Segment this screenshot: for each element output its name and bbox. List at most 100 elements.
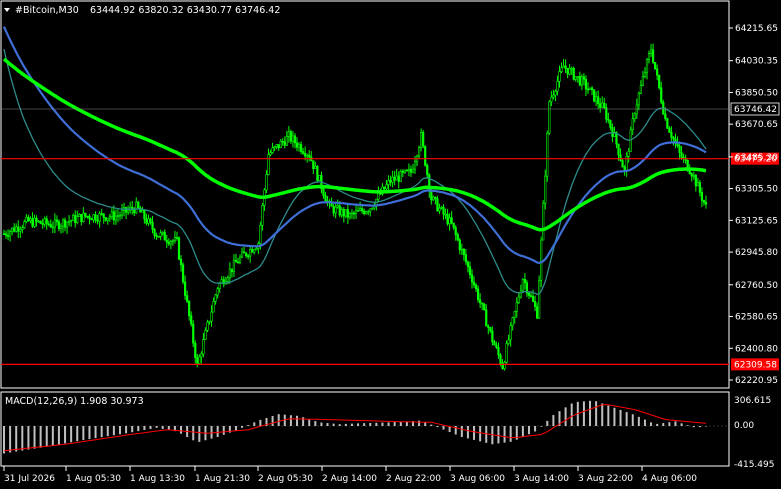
candle-body (249, 248, 252, 257)
horizontal-lines[interactable]: 63475.2062309.58 (1, 152, 779, 371)
candle-body (586, 88, 590, 91)
macd-hist-bar (51, 426, 54, 446)
macd-hist-bar (27, 426, 30, 450)
candle-body (137, 201, 140, 209)
candle-body (271, 147, 274, 153)
candle-body (464, 254, 467, 263)
candle-body (68, 220, 71, 223)
candle-body (377, 192, 380, 200)
candle-body (15, 226, 18, 232)
macd-hist-bar (460, 426, 463, 437)
macd-hist-bar (473, 426, 476, 440)
price-tick-label: 62580.65 (735, 313, 778, 323)
macd-hist-bar (296, 415, 299, 426)
candle-body (216, 288, 219, 296)
candle-body (367, 211, 370, 213)
candle-body (397, 175, 400, 182)
candle-body (84, 212, 87, 217)
candle-body (348, 212, 352, 218)
candle-body (570, 67, 573, 70)
candle-body (86, 215, 89, 218)
candle-body (59, 225, 63, 230)
candle-body (324, 195, 327, 202)
candle-body (308, 154, 311, 158)
candle-body (578, 76, 581, 86)
candle-body (592, 89, 596, 102)
candle-body (31, 218, 34, 227)
candle-body (33, 217, 36, 227)
candle-body (407, 168, 411, 171)
price-tick-label: 63485.30 (735, 153, 778, 163)
candle-body (352, 212, 356, 215)
candle-body (157, 236, 160, 238)
candle-body (389, 180, 392, 183)
candle-body (643, 72, 647, 77)
macd-hist-bar (137, 426, 140, 432)
candle-body (304, 153, 307, 157)
candle-body (580, 76, 583, 86)
macd-hist-bar (668, 422, 671, 426)
candle-body (61, 219, 65, 227)
macd-hist-bar (656, 423, 659, 426)
candle-body (472, 281, 476, 286)
macd-tick-bottom: -415.495 (734, 460, 774, 470)
triangle-down-icon[interactable] (4, 8, 10, 12)
chart-canvas[interactable]: 63475.2062309.58 #Bitcoin,M30 63444.92 6… (0, 0, 781, 489)
macd-hist-bar (3, 426, 5, 454)
candle-body (110, 211, 113, 217)
macd-hist-bar (64, 426, 67, 444)
macd-hist-bar (70, 426, 73, 443)
candle-body (354, 210, 358, 214)
candle-body (609, 119, 612, 128)
candle-body (474, 284, 478, 290)
candle-body (434, 196, 437, 199)
candle-body (98, 213, 101, 222)
candle-body (269, 152, 272, 156)
macd-hist-bar (521, 426, 524, 437)
candle-body (245, 252, 248, 257)
macd-hist-bar (247, 425, 250, 426)
macd-hist-bar (436, 426, 439, 428)
candle-body (446, 213, 449, 225)
candle-body (90, 218, 93, 221)
candle-body (302, 151, 305, 154)
candle-body (275, 144, 278, 147)
candle-body (391, 176, 394, 183)
candle-body (202, 339, 205, 355)
candle-body (243, 251, 246, 254)
candle-body (338, 205, 341, 216)
time-tick-label: 3 Aug 22:00 (578, 474, 633, 484)
candle-body (529, 295, 533, 297)
candle-body (312, 160, 315, 170)
macd-hist-bar (485, 426, 488, 443)
macd-label: MACD(12,26,9) 1.908 30.973 (5, 396, 144, 407)
macd-hist-bar (692, 426, 695, 428)
candle-body (155, 235, 158, 237)
macd-hist-bar (595, 401, 598, 426)
candle-body (240, 251, 244, 258)
time-tick-label: 1 Aug 13:30 (130, 474, 185, 484)
candle-body (436, 198, 439, 212)
macd-hist-bar (418, 420, 421, 426)
candle-body (186, 295, 189, 302)
candle-body (267, 154, 270, 175)
candle-body (462, 248, 465, 255)
time-tick-label: 2 Aug 05:30 (258, 474, 313, 484)
candle-body (440, 206, 443, 209)
candle-body (395, 175, 398, 181)
candle-body (554, 91, 557, 96)
candle-body (159, 232, 162, 237)
time-tick-label: 31 Jul 2026 (4, 474, 55, 484)
candle-body (6, 235, 10, 237)
candle-body (342, 209, 345, 217)
candle-body (214, 294, 217, 302)
candle-body (607, 118, 610, 121)
candle-body (511, 317, 514, 326)
macd-hist-bar (503, 426, 506, 443)
candle-body (318, 175, 321, 181)
candle-body (611, 127, 614, 137)
candle-body (487, 325, 490, 328)
candle-body (283, 141, 286, 146)
candle-body (627, 151, 630, 157)
moving-averages (2, 26, 707, 296)
